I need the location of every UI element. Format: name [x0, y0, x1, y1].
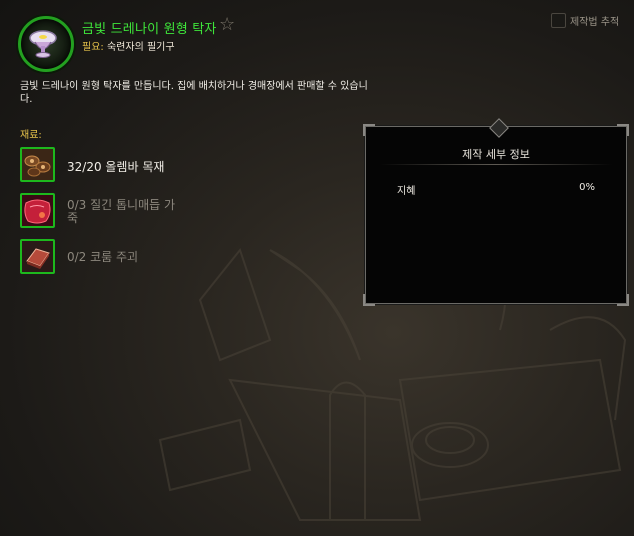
favorite-star-icon[interactable]: ☆	[219, 16, 235, 34]
requires-label: 필요:	[82, 42, 104, 53]
stat-name: 지혜	[397, 186, 416, 197]
reagent-label: 0/2 코룸 주괴	[67, 250, 139, 264]
track-label: 제작법 추적	[570, 17, 620, 28]
reagent-item[interactable]: 32/20 올렘바 목재	[20, 147, 350, 185]
panel-corner	[363, 294, 375, 306]
tough-sawtooth-leather-icon[interactable]	[20, 193, 55, 228]
panel-corner	[363, 124, 375, 136]
olemba-lumber-icon[interactable]	[20, 147, 55, 182]
reagent-label: 0/3 질긴 톱니매듭 가죽	[67, 198, 176, 225]
details-title: 제작 세부 정보	[462, 148, 530, 161]
track-checkbox[interactable]	[551, 13, 566, 28]
requires-value: 숙련자의 필기구	[106, 42, 175, 53]
reagent-item[interactable]: 0/2 코룸 주괴	[20, 239, 350, 277]
recipe-icon	[18, 16, 74, 72]
crafting-details-panel: 제작 세부 정보 지혜 0%	[363, 118, 629, 306]
stat-value: 0%	[579, 182, 595, 193]
track-recipe-toggle[interactable]: 제작법 추적	[551, 13, 619, 28]
reagent-label: 32/20 올렘바 목재	[67, 160, 165, 174]
reagents-title: 재료:	[20, 130, 42, 141]
golden-round-table-icon	[29, 30, 57, 58]
details-divider	[380, 164, 612, 165]
panel-corner	[617, 294, 629, 306]
requires-line: 필요: 숙련자의 필기구	[82, 38, 175, 53]
reagent-item[interactable]: 0/3 질긴 톱니매듭 가죽	[20, 193, 350, 231]
panel-ornament	[489, 118, 509, 138]
recipe-description: 금빛 드레나이 원형 탁자를 만듭니다. 집에 배치하거나 경매장에서 판매할 …	[20, 81, 368, 105]
panel-corner	[617, 124, 629, 136]
recipe-title: 금빛 드레나이 원형 탁자	[82, 22, 217, 37]
korum-ingot-icon[interactable]	[20, 239, 55, 274]
